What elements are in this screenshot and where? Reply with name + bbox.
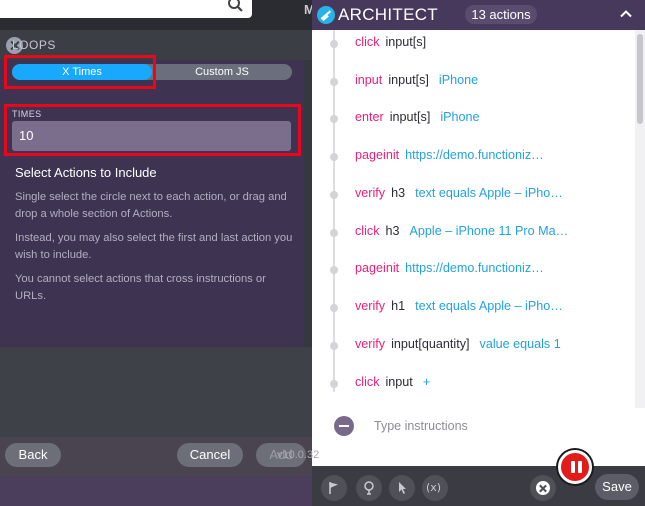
cancel-button[interactable]: Cancel bbox=[177, 443, 243, 467]
section-title: LOOPS bbox=[12, 38, 56, 52]
step-value: text equals Apple – iPho… bbox=[415, 299, 563, 313]
step-select-circle[interactable] bbox=[330, 40, 338, 48]
flag-button[interactable] bbox=[321, 475, 347, 501]
function-button[interactable]: (x) bbox=[422, 475, 448, 501]
architect-panel: ARCHITECT 13 actions click input[s] input… bbox=[312, 0, 645, 506]
list-item[interactable]: verify h3 text equals Apple – iPho… bbox=[312, 181, 635, 205]
list-item[interactable]: pageinit https://demo.functioniz… bbox=[312, 256, 635, 280]
step-select-circle[interactable] bbox=[330, 153, 338, 161]
step-value: Apple – iPhone 11 Pro Ma… bbox=[409, 224, 569, 238]
brand-title: ARCHITECT bbox=[338, 5, 438, 24]
collapse-chevron-icon[interactable] bbox=[618, 6, 634, 22]
step-target: input[s] bbox=[385, 35, 427, 49]
step-select-circle[interactable] bbox=[330, 304, 338, 312]
list-item[interactable]: input input[s] iPhone bbox=[312, 68, 635, 92]
include-actions-title: Select Actions to Include bbox=[15, 165, 157, 180]
architect-logo-icon bbox=[317, 6, 335, 24]
step-select-circle[interactable] bbox=[330, 342, 338, 350]
step-verb: pageinit bbox=[355, 148, 400, 162]
left-panel: LOOPS X Times Custom JS TIMES Select Act… bbox=[0, 0, 312, 506]
step-value: + bbox=[422, 375, 431, 389]
loop-config-panel bbox=[0, 30, 312, 506]
action-count-badge: 13 actions bbox=[465, 5, 537, 24]
step-target: input bbox=[385, 375, 413, 389]
step-value: iPhone bbox=[438, 73, 479, 87]
step-value: iPhone bbox=[440, 110, 480, 124]
architect-header: ARCHITECT 13 actions bbox=[312, 0, 645, 30]
step-select-circle[interactable] bbox=[330, 78, 338, 86]
step-target: input[quantity] bbox=[391, 337, 470, 351]
steps-scrollbar[interactable] bbox=[635, 30, 645, 408]
step-verb: click bbox=[355, 224, 380, 238]
list-item[interactable]: click input[s] bbox=[312, 30, 635, 54]
step-select-circle[interactable] bbox=[330, 229, 338, 237]
step-value: value equals 1 bbox=[479, 337, 561, 351]
hint-button[interactable] bbox=[356, 475, 382, 501]
steps-list: click input[s] input input[s] iPhone enter i… bbox=[312, 30, 635, 408]
step-select-circle[interactable] bbox=[330, 380, 338, 388]
list-item[interactable]: click h3 Apple – iPhone 11 Pro Ma… bbox=[312, 219, 635, 243]
step-verb: verify bbox=[355, 337, 386, 351]
flag-icon bbox=[329, 482, 338, 494]
step-verb: click bbox=[355, 35, 380, 49]
app-root: LOOPS X Times Custom JS TIMES Select Act… bbox=[0, 0, 645, 506]
select-element-button[interactable] bbox=[389, 475, 415, 501]
scrollbar-thumb[interactable] bbox=[637, 34, 643, 124]
function-icon: (x) bbox=[426, 481, 442, 494]
step-select-circle[interactable] bbox=[330, 115, 338, 123]
step-target: h3 bbox=[385, 224, 400, 238]
step-verb: verify bbox=[355, 186, 386, 200]
step-verb: input bbox=[355, 73, 383, 87]
list-item[interactable]: enter input[s] iPhone bbox=[312, 105, 635, 129]
instruction-input[interactable] bbox=[374, 416, 614, 436]
version-label: v10.0.32 bbox=[277, 449, 320, 461]
background-search-bar[interactable] bbox=[0, 0, 252, 18]
panel-scrollbar[interactable] bbox=[304, 60, 312, 347]
step-verb: click bbox=[355, 375, 380, 389]
list-item[interactable]: pageinit https://demo.functioniz… bbox=[312, 143, 635, 167]
help-text-3: You cannot select actions that cross ins… bbox=[15, 273, 266, 302]
step-verb: verify bbox=[355, 299, 386, 313]
remove-circle-icon[interactable] bbox=[334, 416, 354, 436]
step-verb: pageinit bbox=[355, 261, 400, 275]
step-verb: enter bbox=[355, 110, 384, 124]
search-icon[interactable] bbox=[226, 0, 246, 16]
list-item[interactable]: verify h1 text equals Apple – iPho… bbox=[312, 294, 635, 318]
step-target: h1 bbox=[391, 299, 406, 313]
step-target: input[s] bbox=[389, 110, 431, 124]
list-item[interactable]: verify input[quantity] value equals 1 bbox=[312, 332, 635, 356]
step-target: input[s] bbox=[388, 73, 429, 87]
step-select-circle[interactable] bbox=[330, 266, 338, 274]
instruction-row bbox=[312, 408, 645, 444]
highlight-box-mode bbox=[4, 55, 156, 89]
lightbulb-icon bbox=[364, 481, 374, 495]
back-button[interactable]: Back bbox=[5, 443, 61, 467]
save-button[interactable]: Save bbox=[595, 474, 639, 500]
close-icon bbox=[536, 481, 550, 495]
step-value: https://demo.functioniz… bbox=[405, 148, 544, 162]
tab-custom-js[interactable]: Custom JS bbox=[152, 64, 292, 80]
cancel-recording-button[interactable] bbox=[530, 475, 556, 501]
help-text-2: Instead, you may also select the first a… bbox=[15, 232, 293, 261]
step-select-circle[interactable] bbox=[330, 191, 338, 199]
step-value: https://demo.functioniz… bbox=[405, 261, 544, 275]
help-text-1: Single select the circle next to each ac… bbox=[15, 191, 287, 220]
pointer-icon bbox=[399, 482, 406, 494]
list-item[interactable]: click input + bbox=[312, 370, 635, 394]
step-target: h3 bbox=[391, 186, 406, 200]
pause-recording-button[interactable] bbox=[558, 450, 592, 484]
step-value: text equals Apple – iPho… bbox=[415, 186, 563, 200]
highlight-box-times bbox=[4, 104, 301, 156]
